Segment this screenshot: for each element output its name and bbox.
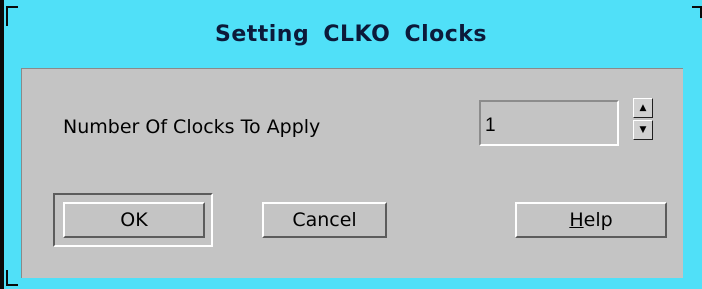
arrow-down-icon: ▼ [639, 125, 647, 135]
spin-up-button[interactable]: ▲ [633, 98, 653, 118]
dialog-window: Setting CLKO Clocks Number Of Clocks To … [0, 0, 702, 289]
arrow-up-icon: ▲ [639, 103, 647, 113]
clocks-count-input[interactable] [479, 100, 619, 146]
help-label-rest: elp [583, 209, 613, 231]
title-bar[interactable]: Setting CLKO Clocks [0, 0, 702, 68]
resize-corner-bottom-left[interactable] [6, 270, 18, 286]
dialog-content-panel: Number Of Clocks To Apply ▲ ▼ OK Cancel … [21, 68, 683, 278]
help-button[interactable]: Help [515, 202, 667, 238]
cancel-button[interactable]: Cancel [262, 202, 387, 238]
ok-button[interactable]: OK [63, 202, 205, 238]
clocks-count-label: Number Of Clocks To Apply [63, 116, 321, 138]
spin-down-button[interactable]: ▼ [633, 120, 653, 140]
dialog-title: Setting CLKO Clocks [214, 22, 488, 47]
help-mnemonic: H [569, 209, 584, 231]
